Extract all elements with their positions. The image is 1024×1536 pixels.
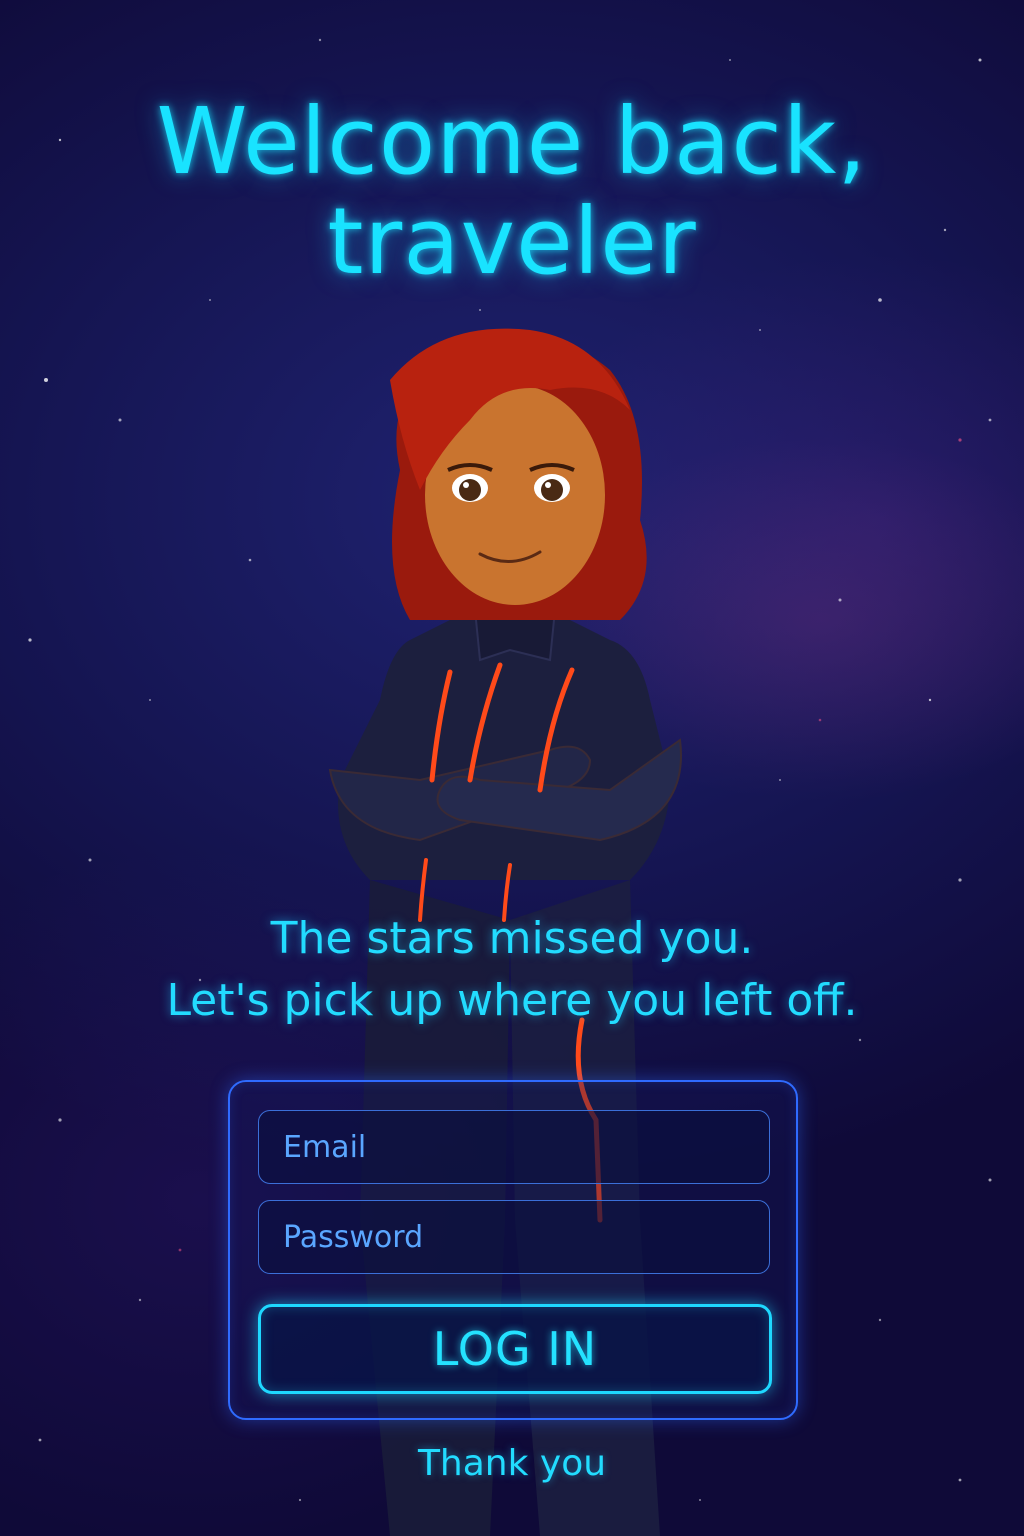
tagline: The stars missed you. Let's pick up wher… bbox=[0, 908, 1024, 1032]
login-screen: Welcome back, traveler The stars missed … bbox=[0, 0, 1024, 1536]
email-field[interactable] bbox=[258, 1110, 770, 1184]
login-button[interactable]: LOG IN bbox=[258, 1304, 772, 1394]
thank-you-text: Thank you bbox=[417, 1443, 607, 1484]
password-field[interactable] bbox=[258, 1200, 770, 1274]
title-line-1: Welcome back, bbox=[156, 88, 868, 195]
page-title: Welcome back, traveler bbox=[0, 92, 1024, 292]
login-form: LOG IN bbox=[228, 1080, 798, 1420]
tagline-line-2: Let's pick up where you left off. bbox=[166, 975, 858, 1026]
tagline-line-1: The stars missed you. bbox=[270, 913, 754, 964]
title-line-2: traveler bbox=[327, 188, 697, 295]
